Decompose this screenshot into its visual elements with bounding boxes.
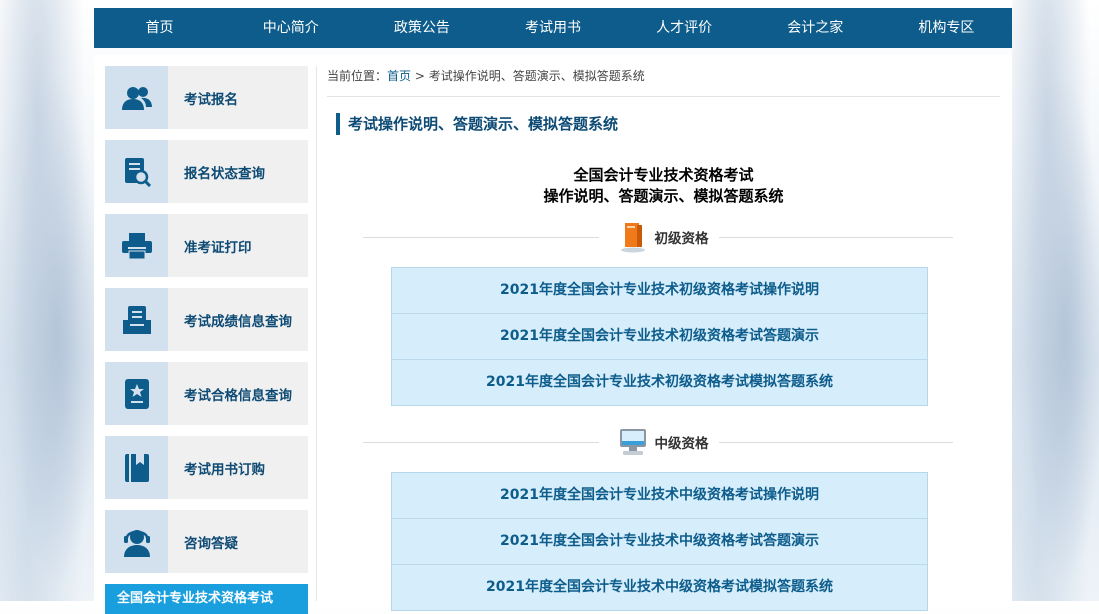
breadcrumb-separator: > <box>411 69 429 83</box>
sidebar-item-label: 考试成绩信息查询 <box>184 313 292 330</box>
link-junior-answer-demo[interactable]: 2021年度全国会计专业技术初级资格考试答题演示 <box>392 313 927 359</box>
printer-icon <box>105 214 168 277</box>
link-intermediate-mock-system[interactable]: 2021年度全国会计专业技术中级资格考试模拟答题系统 <box>392 564 927 610</box>
nav-institution-zone[interactable]: 机构专区 <box>881 8 1012 48</box>
top-navigation: 首页 中心简介 政策公告 考试用书 人才评价 会计之家 机构专区 <box>94 8 1012 48</box>
group-label-intermediate: 中级资格 <box>654 436 709 452</box>
book-icon <box>105 436 168 499</box>
sidebar-item-label: 报名状态查询 <box>184 165 265 182</box>
sidebar-item-admission-ticket-print[interactable]: 准考证打印 <box>105 214 308 277</box>
divider-line <box>717 442 953 443</box>
link-junior-operation-guide[interactable]: 2021年度全国会计专业技术初级资格考试操作说明 <box>392 268 927 313</box>
divider-line <box>717 237 953 238</box>
background-decoration-right <box>1012 0 1099 601</box>
divider-line <box>363 442 599 443</box>
link-junior-mock-system[interactable]: 2021年度全国会计专业技术初级资格考试模拟答题系统 <box>392 359 927 405</box>
nav-exam-books[interactable]: 考试用书 <box>487 8 618 48</box>
headset-icon <box>105 510 168 573</box>
group-header-junior: 初级资格 <box>327 219 1000 255</box>
inbox-icon <box>105 288 168 351</box>
page-title: 全国会计专业技术资格考试 操作说明、答题演示、模拟答题系统 <box>327 165 1000 207</box>
vertical-divider <box>316 66 317 601</box>
link-intermediate-answer-demo[interactable]: 2021年度全国会计专业技术中级资格考试答题演示 <box>392 518 927 564</box>
sidebar-item-qualification-query[interactable]: 考试合格信息查询 <box>105 362 308 425</box>
document-search-icon <box>105 140 168 203</box>
users-icon <box>105 66 168 129</box>
link-list-intermediate: 2021年度全国会计专业技术中级资格考试操作说明 2021年度全国会计专业技术中… <box>391 472 928 611</box>
books-icon <box>620 223 645 253</box>
sidebar: 考试报名 报名状态查询 准考证打印 考试成绩信息查询 考试合格信息查询 考试用书… <box>105 66 308 614</box>
section-title: 考试操作说明、答题演示、模拟答题系统 <box>336 113 1000 135</box>
sidebar-item-label: 咨询答疑 <box>184 535 238 552</box>
sidebar-item-score-query[interactable]: 考试成绩信息查询 <box>105 288 308 351</box>
computer-icon <box>619 429 646 455</box>
divider-line <box>363 237 599 238</box>
page-title-line-1: 全国会计专业技术资格考试 <box>573 166 754 184</box>
sidebar-item-registration-status[interactable]: 报名状态查询 <box>105 140 308 203</box>
nav-talent-evaluation[interactable]: 人才评价 <box>619 8 750 48</box>
breadcrumb-current: 考试操作说明、答题演示、模拟答题系统 <box>428 69 645 83</box>
sidebar-item-exam-registration[interactable]: 考试报名 <box>105 66 308 129</box>
sidebar-banner[interactable]: 全国会计专业技术资格考试 <box>105 584 308 614</box>
sidebar-item-book-order[interactable]: 考试用书订购 <box>105 436 308 499</box>
breadcrumb-home-link[interactable]: 首页 <box>387 69 411 83</box>
sidebar-item-consultation[interactable]: 咨询答疑 <box>105 510 308 573</box>
group-label-junior: 初级资格 <box>654 231 709 247</box>
sidebar-item-label: 考试报名 <box>184 91 238 108</box>
certificate-icon <box>105 362 168 425</box>
nav-home[interactable]: 首页 <box>94 8 225 48</box>
link-list-junior: 2021年度全国会计专业技术初级资格考试操作说明 2021年度全国会计专业技术初… <box>391 267 928 406</box>
page-body: 考试报名 报名状态查询 准考证打印 考试成绩信息查询 考试合格信息查询 考试用书… <box>94 55 1012 614</box>
background-decoration-left <box>0 0 94 601</box>
sidebar-item-label: 准考证打印 <box>184 239 252 256</box>
main-content: 当前位置：首页 > 考试操作说明、答题演示、模拟答题系统 考试操作说明、答题演示… <box>327 66 1000 611</box>
page-title-line-2: 操作说明、答题演示、模拟答题系统 <box>543 187 784 205</box>
nav-accountant-home[interactable]: 会计之家 <box>750 8 881 48</box>
nav-about-center[interactable]: 中心简介 <box>225 8 356 48</box>
link-intermediate-operation-guide[interactable]: 2021年度全国会计专业技术中级资格考试操作说明 <box>392 473 927 518</box>
group-header-intermediate: 中级资格 <box>327 424 1000 460</box>
breadcrumb-prefix: 当前位置： <box>327 69 388 83</box>
nav-policy-announcements[interactable]: 政策公告 <box>356 8 487 48</box>
breadcrumb: 当前位置：首页 > 考试操作说明、答题演示、模拟答题系统 <box>327 66 1000 97</box>
sidebar-item-label: 考试用书订购 <box>184 461 265 478</box>
sidebar-item-label: 考试合格信息查询 <box>184 387 292 404</box>
